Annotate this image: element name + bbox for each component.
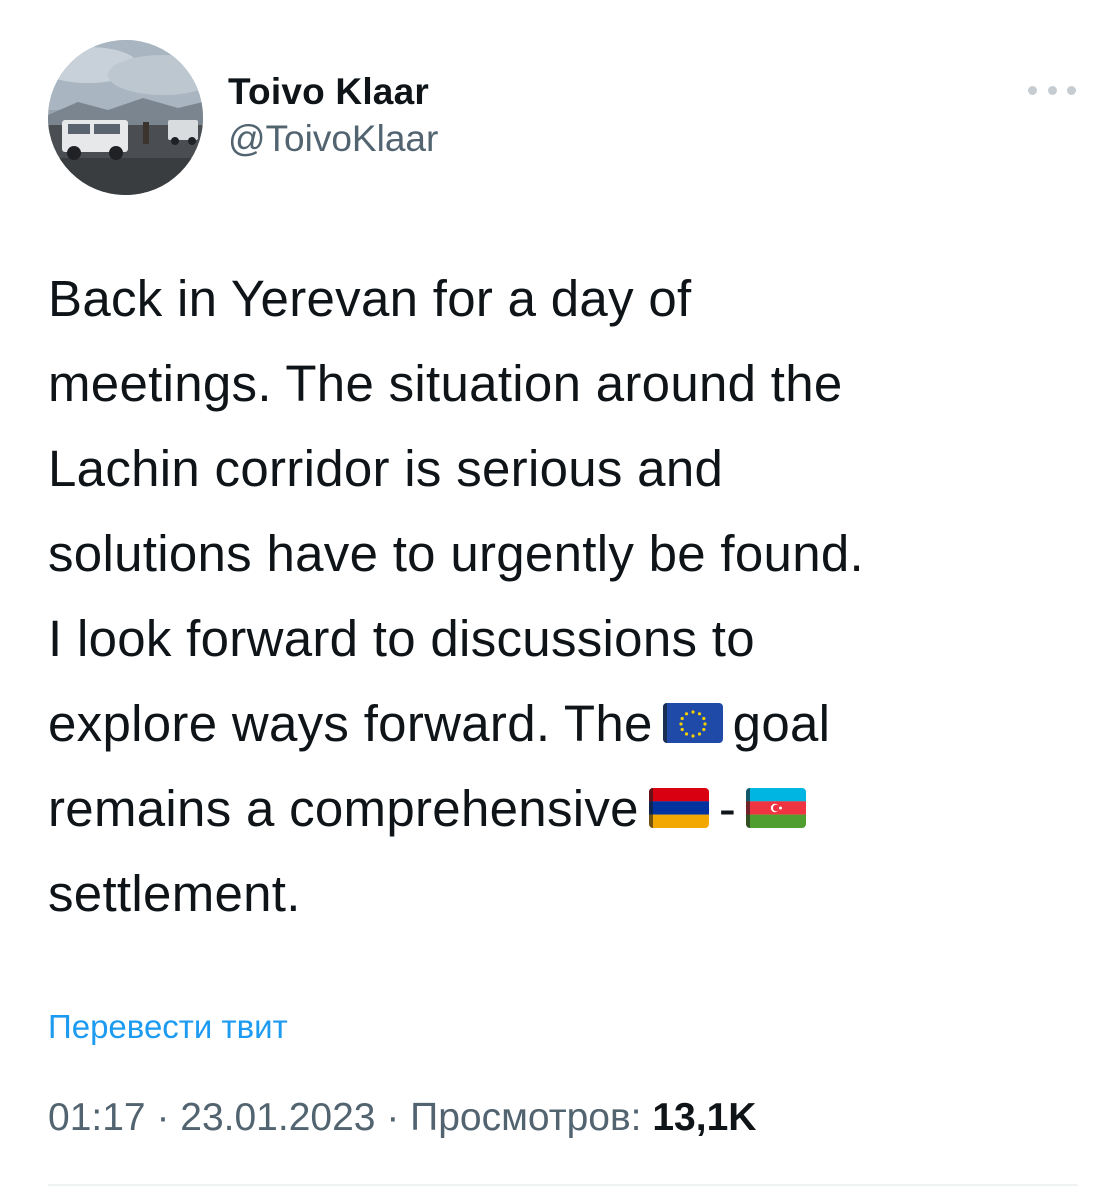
tweet-line: meetings. The situation around the — [48, 355, 843, 412]
eu-flag-icon — [662, 703, 723, 743]
views-count[interactable]: 13,1K — [652, 1096, 756, 1139]
views-label: Просмотров: — [410, 1096, 642, 1139]
tweet-line: explore ways forward. The goal — [48, 681, 1058, 766]
divider — [48, 1184, 1078, 1186]
more-dot — [1067, 85, 1076, 95]
tweet-date[interactable]: 23.01.2023 — [180, 1096, 375, 1139]
tweet-line: I look forward to discussions to — [48, 610, 755, 667]
more-horizontal-icon — [1028, 85, 1037, 95]
translate-tweet-link[interactable]: Перевести твит — [48, 1008, 288, 1046]
tweet-text: Back in Yerevan for a day of meetings. T… — [48, 256, 1058, 936]
armenia-flag-icon — [648, 788, 709, 828]
tweet-segment: - — [718, 780, 737, 837]
display-name[interactable]: Toivo Klaar — [228, 70, 438, 114]
tweet-meta: 01:17 · 23.01.2023 · Просмотров: 13,1K — [48, 1096, 756, 1140]
avatar[interactable] — [48, 40, 203, 195]
tweet-line: solutions have to urgently be found. — [48, 525, 865, 582]
tweet-segment: goal — [732, 695, 831, 752]
tweet-line: settlement. — [48, 865, 301, 922]
meta-separator: · — [375, 1096, 411, 1139]
meta-separator: · — [145, 1096, 181, 1139]
tweet-header: Toivo Klaar @ToivoKlaar — [48, 40, 1078, 196]
more-options-button[interactable] — [1028, 82, 1076, 98]
tweet-segment: explore ways forward. The — [48, 695, 653, 752]
tweet-line: remains a comprehensive - — [48, 766, 1058, 851]
author-info[interactable]: Toivo Klaar @ToivoKlaar — [228, 70, 438, 164]
tweet-line: Back in Yerevan for a day of — [48, 270, 692, 327]
user-handle[interactable]: @ToivoKlaar — [228, 114, 438, 164]
tweet-time[interactable]: 01:17 — [48, 1096, 146, 1139]
tweet-segment: remains a comprehensive — [48, 780, 639, 837]
more-dot — [1047, 85, 1057, 95]
azerbaijan-flag-icon — [746, 788, 807, 828]
tweet-line: Lachin corridor is serious and — [48, 440, 724, 497]
